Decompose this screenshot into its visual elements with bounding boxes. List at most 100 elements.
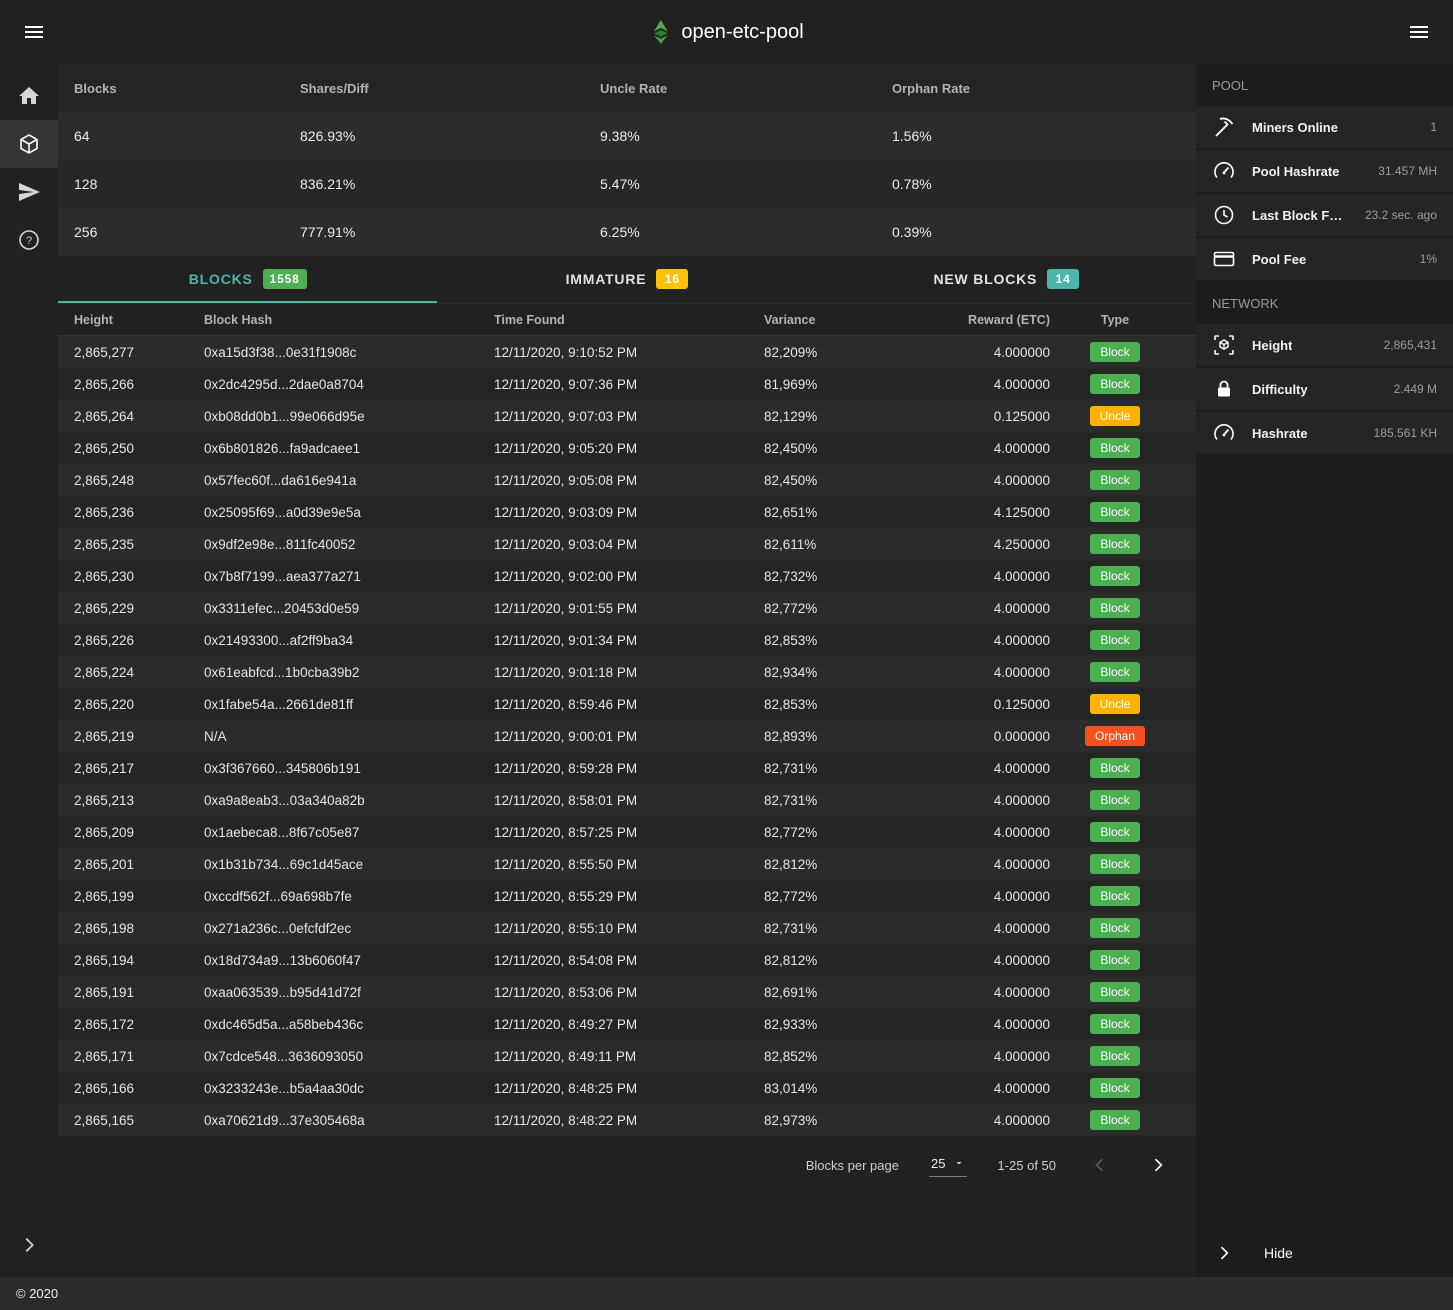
cell-time-found: 12/11/2020, 8:49:27 PM [494,1017,764,1032]
stats-cell-blocks: 64 [74,128,300,144]
rail-expand-button[interactable] [0,1221,58,1269]
cell-height: 2,865,220 [74,697,204,712]
table-row: 2,865,166 0x3233243e...b5a4aa30dc 12/11/… [58,1072,1196,1104]
cell-time-found: 12/11/2020, 9:05:20 PM [494,441,764,456]
info-label: Height [1252,338,1292,353]
cell-type: Block [1050,1014,1180,1034]
stats-header-row: Blocks Shares/Diff Uncle Rate Orphan Rat… [58,64,1196,112]
home-icon [17,84,41,108]
type-chip: Block [1090,374,1139,394]
pool-section-title: POOL [1196,64,1453,106]
network-section-title: NETWORK [1196,282,1453,324]
cell-variance: 81,969% [764,377,814,392]
stats-cell-blocks: 256 [74,224,300,240]
nav-blocks[interactable] [0,120,58,168]
tab[interactable]: NEW BLOCKS 14 [817,256,1196,303]
type-chip: Block [1090,982,1139,1002]
cell-type: Block [1050,918,1180,938]
type-chip: Block [1090,534,1139,554]
stats-table: Blocks Shares/Diff Uncle Rate Orphan Rat… [58,64,1196,256]
cell-time-found: 12/11/2020, 8:48:25 PM [494,1081,764,1096]
pagination: Blocks per page 25 1-25 of 50 [58,1136,1196,1194]
stats-cell-shares-diff: 836.21% [300,176,600,192]
tab[interactable]: BLOCKS 1558 [58,256,437,303]
page-range: 1-25 of 50 [997,1158,1056,1173]
cell-time-found: 12/11/2020, 9:02:00 PM [494,569,764,584]
cell-block-hash: N/A [204,729,494,744]
nav-help[interactable]: ? [0,216,58,264]
col-type: Type [1050,313,1180,327]
cell-block-hash: 0x7b8f7199...aea377a271 [204,569,494,584]
cell-variance: 82,450% [764,441,814,456]
cell-type: Block [1050,662,1180,682]
cell-reward: 4.000000 [814,1081,1050,1096]
nav-home[interactable] [0,72,58,120]
next-page-button[interactable] [1144,1151,1172,1179]
caret-down-icon [953,1157,965,1169]
stats-row: 128 836.21% 5.47% 0.78% [58,160,1196,208]
cell-block-hash: 0xb08dd0b1...99e066d95e [204,409,494,424]
cell-height: 2,865,235 [74,537,204,552]
type-chip: Block [1090,1110,1139,1130]
table-row: 2,865,219 N/A 12/11/2020, 9:00:01 PM 82,… [58,720,1196,752]
type-chip: Block [1090,470,1139,490]
nav-payments[interactable] [0,168,58,216]
cell-height: 2,865,201 [74,857,204,872]
info-label: Pool Hashrate [1252,164,1339,179]
cell-type: Block [1050,1078,1180,1098]
cell-reward: 4.000000 [814,1017,1050,1032]
cell-variance: 83,014% [764,1081,814,1096]
cell-height: 2,865,172 [74,1017,204,1032]
pickaxe-icon [1212,115,1236,139]
cell-type: Uncle [1050,694,1180,714]
cell-height: 2,865,226 [74,633,204,648]
stats-col-uncle-rate: Uncle Rate [600,81,892,96]
info-label: Difficulty [1252,382,1308,397]
cell-reward: 4.000000 [814,953,1050,968]
cell-type: Block [1050,982,1180,1002]
cell-reward: 4.000000 [814,793,1050,808]
menu-button-left[interactable] [18,16,50,48]
cell-type: Block [1050,470,1180,490]
send-icon [17,180,41,204]
main-content: Blocks Shares/Diff Uncle Rate Orphan Rat… [58,64,1196,1277]
cell-height: 2,865,194 [74,953,204,968]
cell-height: 2,865,191 [74,985,204,1000]
table-row: 2,865,213 0xa9a8eab3...03a340a82b 12/11/… [58,784,1196,816]
stats-cell-orphan-rate: 1.56% [892,128,1180,144]
tab[interactable]: IMMATURE 16 [437,256,816,303]
cell-type: Block [1050,790,1180,810]
cell-variance: 82,853% [764,633,814,648]
menu-button-right[interactable] [1403,16,1435,48]
type-chip: Block [1090,758,1139,778]
cell-height: 2,865,213 [74,793,204,808]
hide-panel-button[interactable]: Hide [1196,1229,1453,1277]
type-chip: Orphan [1085,726,1145,746]
cell-reward: 4.000000 [814,857,1050,872]
table-row: 2,865,217 0x3f367660...345806b191 12/11/… [58,752,1196,784]
rows-per-page-label: Blocks per page [806,1158,899,1173]
tabs: BLOCKS 1558 IMMATURE 16 NEW BLOCKS 14 [58,256,1196,304]
cell-block-hash: 0x2dc4295d...2dae0a8704 [204,377,494,392]
cell-time-found: 12/11/2020, 8:49:11 PM [494,1049,764,1064]
cell-block-hash: 0x21493300...af2ff9ba34 [204,633,494,648]
cell-block-hash: 0x271a236c...0efcfdf2ec [204,921,494,936]
cell-height: 2,865,209 [74,825,204,840]
type-chip: Block [1090,438,1139,458]
stats-row: 64 826.93% 9.38% 1.56% [58,112,1196,160]
cell-height: 2,865,199 [74,889,204,904]
cell-variance: 82,691% [764,985,814,1000]
cell-type: Block [1050,374,1180,394]
table-row: 2,865,191 0xaa063539...b95d41d72f 12/11/… [58,976,1196,1008]
cell-type: Block [1050,758,1180,778]
etc-logo-icon [649,19,671,45]
cell-reward: 4.000000 [814,473,1050,488]
cell-type: Block [1050,438,1180,458]
cell-height: 2,865,248 [74,473,204,488]
cell-block-hash: 0xa15d3f38...0e31f1908c [204,345,494,360]
page-size-select[interactable]: 25 [929,1154,967,1177]
type-chip: Block [1090,950,1139,970]
table-row: 2,865,165 0xa70621d9...37e305468a 12/11/… [58,1104,1196,1136]
prev-page-button[interactable] [1086,1151,1114,1179]
cell-variance: 82,812% [764,953,814,968]
